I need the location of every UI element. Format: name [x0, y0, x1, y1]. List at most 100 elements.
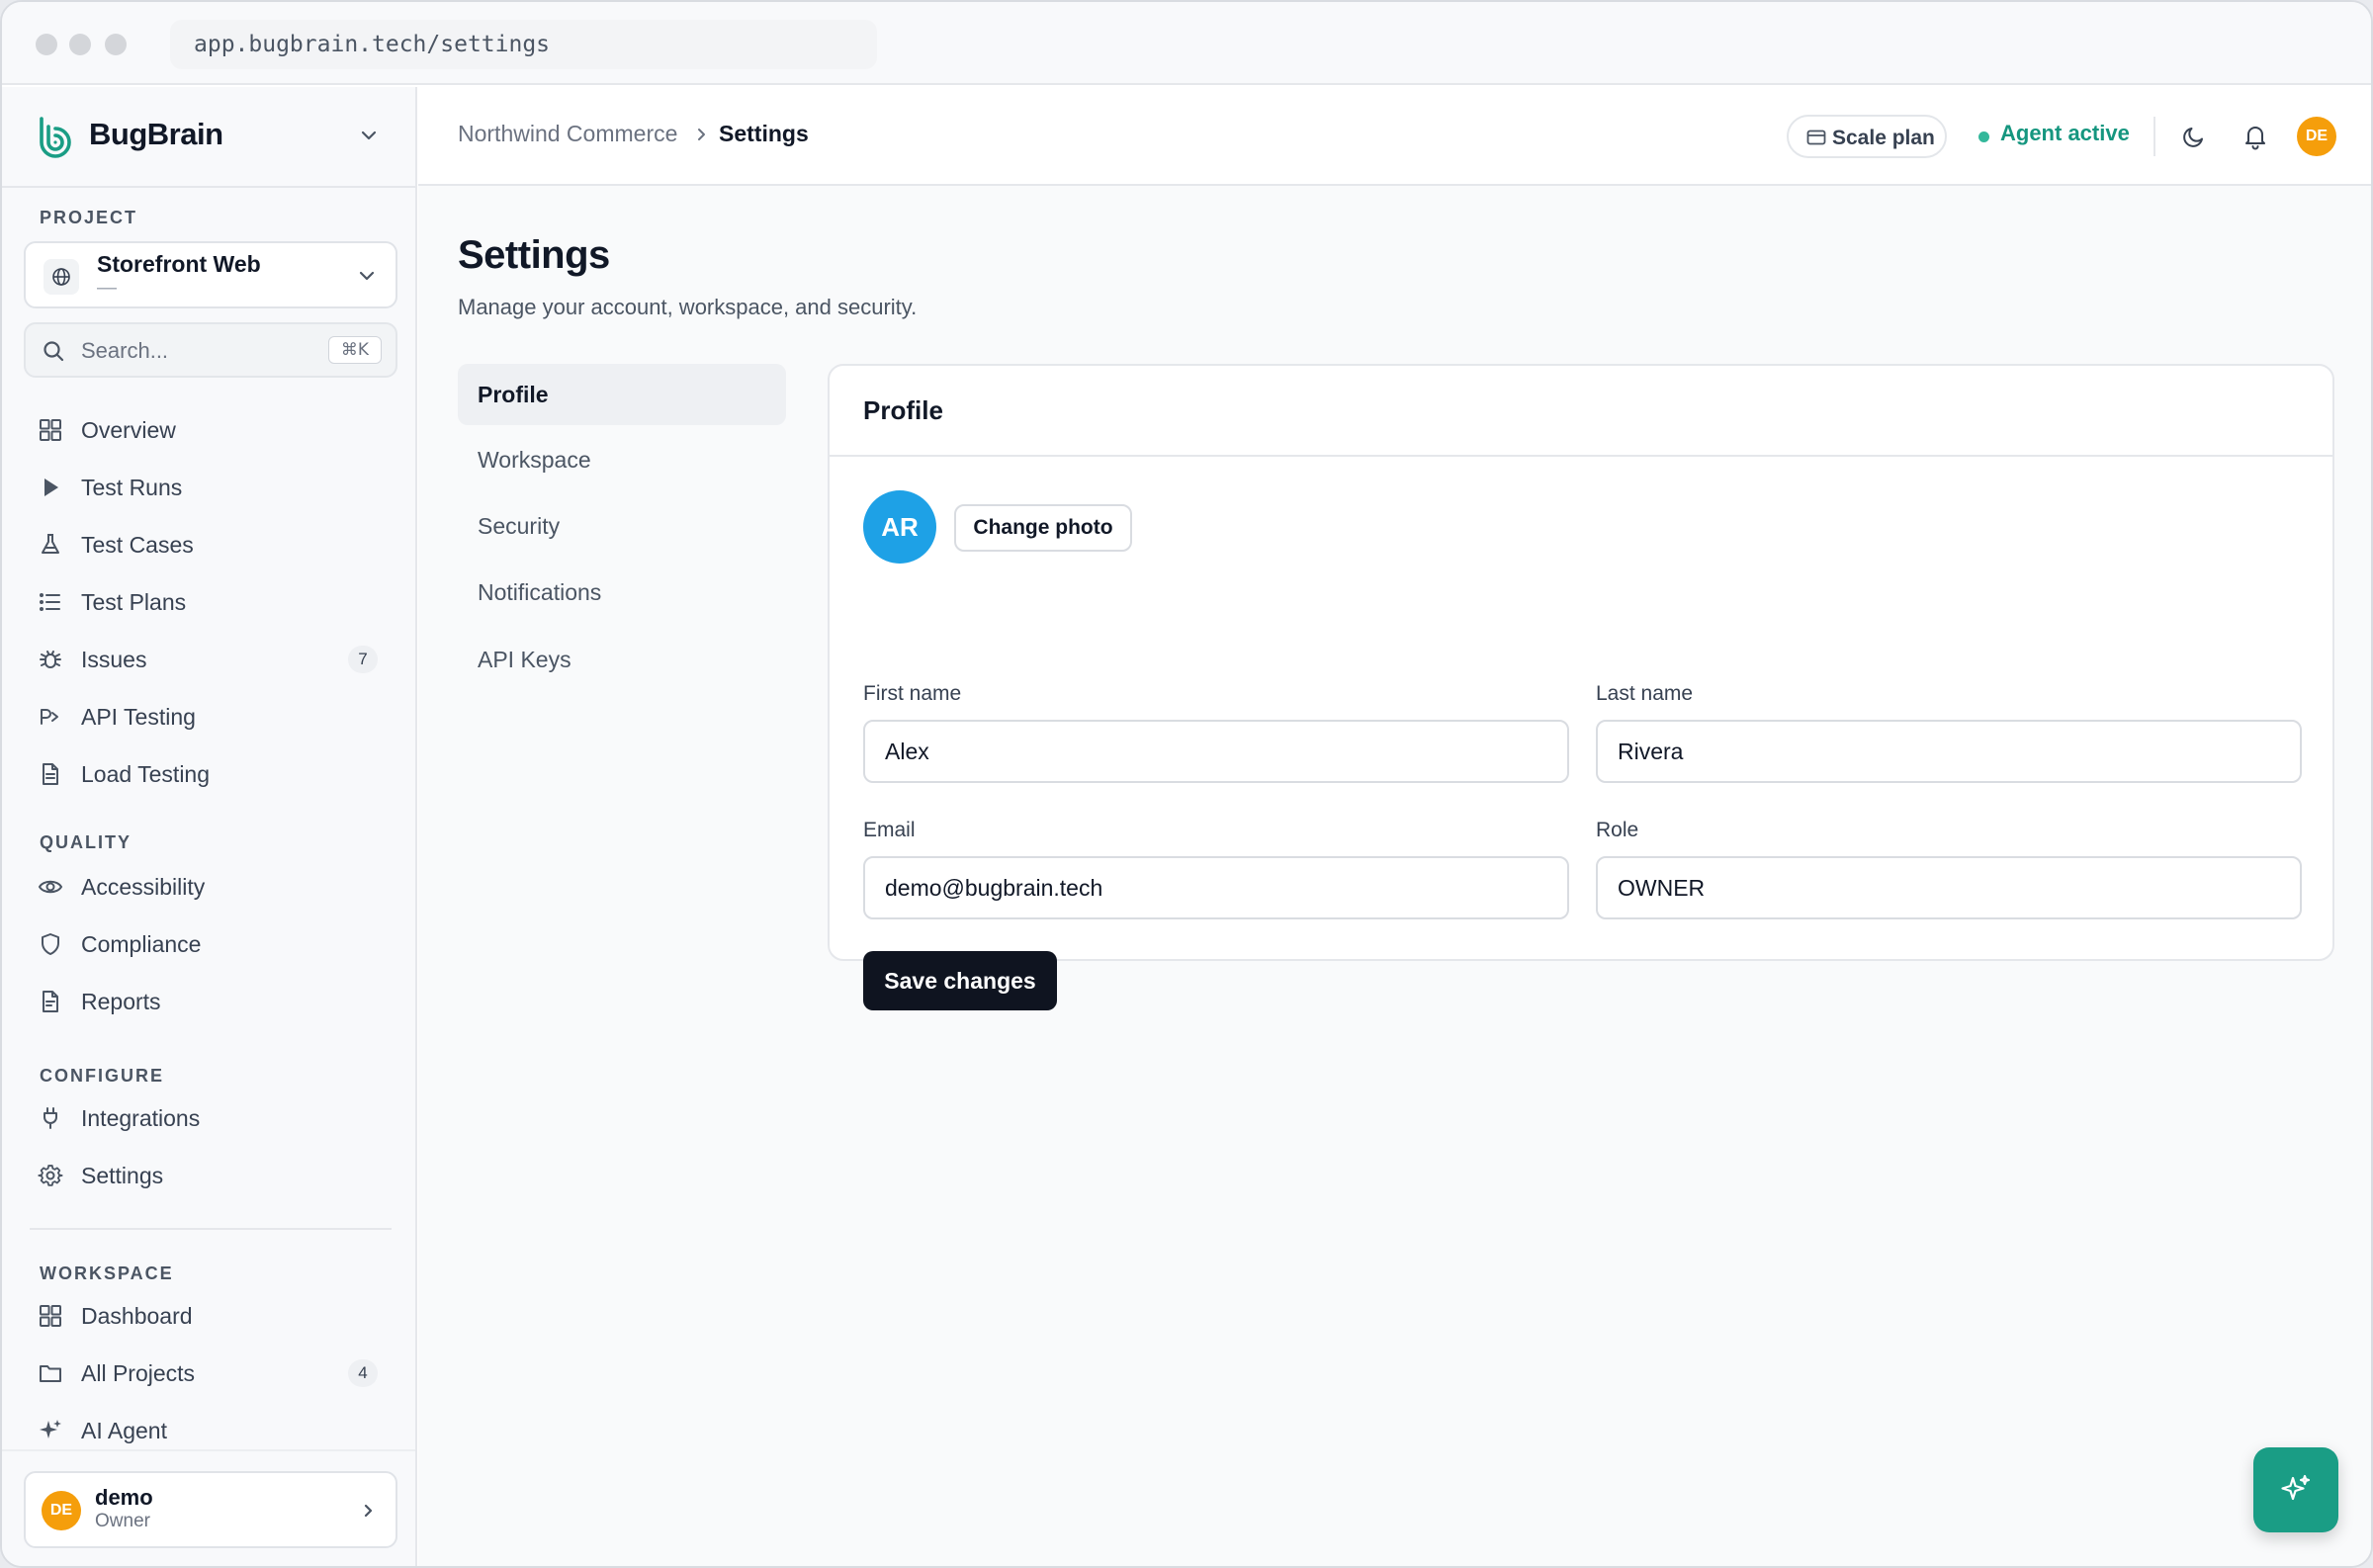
sidebar-item-label: All Projects [81, 1360, 196, 1386]
chevron-right-icon [364, 1504, 373, 1518]
sidebar-item-api-testing[interactable]: API Testing [24, 692, 397, 741]
sidebar-item-label: Load Testing [81, 761, 211, 787]
sidebar-item-all-projects[interactable]: All Projects 4 [24, 1349, 397, 1398]
breadcrumb-current: Settings [719, 121, 809, 146]
configure-section-label: CONFIGURE [40, 1066, 164, 1086]
report-icon [43, 991, 58, 1012]
breadcrumb-org[interactable]: Northwind Commerce [458, 121, 677, 147]
sidebar-item-label: Test Plans [81, 589, 187, 615]
folder-icon [40, 1365, 61, 1382]
project-section-label: PROJECT [40, 208, 138, 227]
window-maximize-dot[interactable] [105, 34, 127, 55]
tab-api-keys[interactable]: API Keys [458, 629, 786, 690]
change-photo-button[interactable]: Change photo [954, 504, 1132, 552]
page-subtitle: Manage your account, workspace, and secu… [458, 295, 918, 319]
sidebar-item-accessibility[interactable]: Accessibility [24, 862, 397, 912]
ai-assistant-button[interactable] [2253, 1447, 2338, 1532]
agent-status-dot [1978, 131, 1989, 142]
search-icon [44, 341, 64, 362]
topbar-divider [2153, 117, 2155, 156]
window-close-dot[interactable] [36, 34, 57, 55]
sidebar-item-label: Issues [81, 647, 147, 672]
tab-profile[interactable]: Profile [458, 364, 786, 425]
sidebar-divider [30, 1228, 392, 1230]
chevron-down-icon[interactable] [358, 125, 380, 146]
browser-chrome: app.bugbrain.tech/settings [2, 2, 2371, 85]
sidebar-item-label: AI Agent [81, 1418, 167, 1443]
sparkle-icon [2281, 1474, 2311, 1501]
projects-count-badge: 4 [348, 1359, 378, 1387]
address-bar[interactable]: app.bugbrain.tech/settings [170, 20, 877, 69]
bug-icon [40, 651, 61, 668]
main-content: Northwind Commerce Settings Scale plan A… [418, 87, 2371, 1566]
sidebar-item-settings[interactable]: Settings [24, 1151, 397, 1200]
api-icon [41, 709, 58, 725]
chevron-down-icon [359, 271, 375, 281]
bell-icon[interactable] [2241, 123, 2269, 150]
first-name-field[interactable] [863, 720, 1569, 783]
sidebar-item-test-cases[interactable]: Test Cases [24, 520, 397, 569]
sidebar-item-reports[interactable]: Reports [24, 977, 397, 1026]
brand-header[interactable]: BugBrain [2, 87, 415, 188]
project-name: Storefront Web [97, 251, 261, 277]
grid-icon [40, 1305, 61, 1327]
eye-icon [38, 880, 63, 894]
tab-security[interactable]: Security [458, 495, 786, 557]
avatar: DE [42, 1491, 81, 1530]
plan-label: Scale plan [1832, 127, 1935, 149]
sidebar-item-test-runs[interactable]: Test Runs [24, 463, 397, 512]
quality-section-label: QUALITY [40, 832, 132, 852]
window-minimize-dot[interactable] [69, 34, 91, 55]
brand-name: BugBrain [89, 117, 223, 151]
sidebar-item-compliance[interactable]: Compliance [24, 919, 397, 969]
plan-badge[interactable]: Scale plan [1787, 115, 1947, 158]
sidebar-item-ai-agent[interactable]: AI Agent [24, 1406, 397, 1455]
email-field[interactable] [863, 856, 1569, 919]
moon-icon[interactable] [2180, 123, 2208, 150]
sidebar-search[interactable]: Search... ⌘K [24, 322, 397, 378]
play-icon [44, 479, 58, 496]
shield-icon [42, 933, 59, 955]
tab-label: Workspace [478, 447, 591, 473]
tab-notifications[interactable]: Notifications [458, 562, 786, 623]
tab-workspace[interactable]: Workspace [458, 429, 786, 490]
sidebar-item-test-plans[interactable]: Test Plans [24, 577, 397, 627]
gear-icon [38, 1165, 63, 1186]
profile-card: Profile AR Change photo First name Last … [828, 364, 2334, 1010]
file-icon [43, 763, 58, 785]
profile-card-title: Profile [863, 395, 943, 425]
email-label: Email [863, 819, 916, 841]
sidebar-item-label: Reports [81, 989, 161, 1014]
sidebar-item-load-testing[interactable]: Load Testing [24, 749, 397, 799]
sidebar-item-label: Overview [81, 417, 176, 443]
sidebar-item-label: Compliance [81, 931, 202, 957]
last-name-field[interactable] [1596, 720, 2302, 783]
sidebar-footer-divider [2, 1449, 415, 1451]
sidebar-item-overview[interactable]: Overview [24, 405, 397, 455]
sparkle-icon [40, 1420, 61, 1438]
sidebar-item-dashboard[interactable]: Dashboard [24, 1291, 397, 1341]
profile-card-header: Profile [830, 366, 2332, 457]
role-label: Role [1596, 819, 1639, 841]
avatar[interactable]: DE [2297, 117, 2336, 156]
list-icon [40, 593, 60, 611]
sidebar-item-label: Test Cases [81, 532, 194, 558]
sidebar-item-integrations[interactable]: Integrations [24, 1093, 397, 1143]
sidebar: BugBrain PROJECT Storefront Web — Search… [2, 87, 417, 1566]
user-menu[interactable]: DE demo Owner [24, 1471, 397, 1548]
issues-count-badge: 7 [348, 646, 378, 673]
sidebar-item-issues[interactable]: Issues 7 [24, 635, 397, 684]
user-name: demo [95, 1485, 153, 1510]
agent-status[interactable]: Agent active [2000, 121, 2130, 146]
plug-icon [44, 1107, 57, 1129]
tab-label: API Keys [478, 647, 571, 672]
search-shortcut: ⌘K [328, 336, 382, 364]
tab-label: Security [478, 513, 561, 539]
project-selector[interactable]: Storefront Web — [24, 241, 397, 308]
user-role: Owner [95, 1511, 150, 1531]
tab-label: Notifications [478, 579, 602, 605]
tab-label: Profile [478, 382, 549, 407]
save-changes-button[interactable]: Save changes [863, 951, 1057, 1010]
bugbrain-logo-icon [40, 117, 71, 158]
role-field[interactable] [1596, 856, 2302, 919]
